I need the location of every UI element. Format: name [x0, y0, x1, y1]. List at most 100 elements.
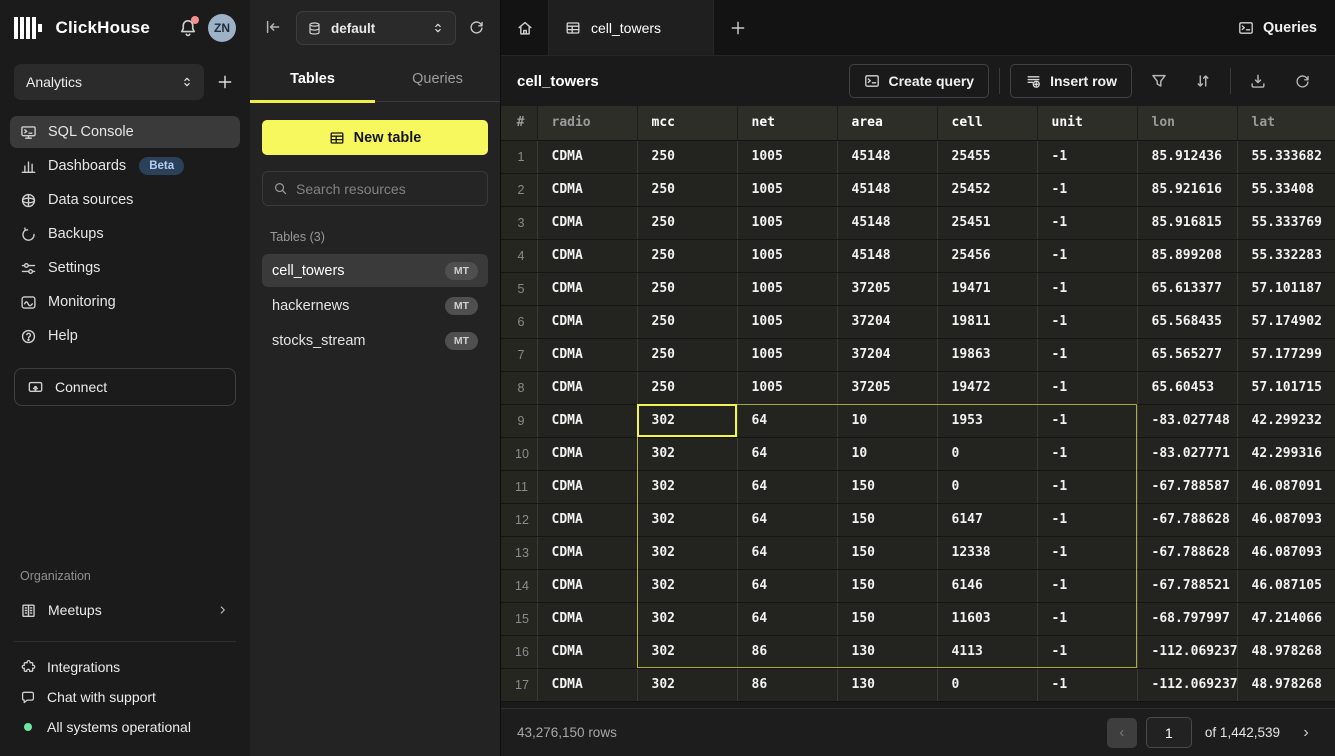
cell[interactable]: 42.299232 [1237, 404, 1335, 437]
column-header-area[interactable]: area [837, 106, 937, 140]
cell[interactable]: 1005 [737, 338, 837, 371]
cell[interactable]: -1 [1037, 371, 1137, 404]
cell[interactable]: CDMA [537, 140, 637, 173]
sidebar-item-all-systems-operational[interactable]: All systems operational [20, 712, 230, 742]
filter-button[interactable] [1142, 64, 1176, 98]
cell[interactable]: 150 [837, 569, 937, 602]
cell[interactable]: -1 [1037, 404, 1137, 437]
cell[interactable]: 150 [837, 602, 937, 635]
cell[interactable]: 64 [737, 503, 837, 536]
row-number[interactable]: 10 [501, 437, 537, 470]
cell[interactable]: 25452 [937, 173, 1037, 206]
cell[interactable]: 45148 [837, 140, 937, 173]
cell[interactable]: CDMA [537, 239, 637, 272]
cell[interactable]: 65.613377 [1137, 272, 1237, 305]
cell[interactable]: 302 [637, 470, 737, 503]
cell[interactable]: -1 [1037, 569, 1137, 602]
cell[interactable]: 48.978268 [1237, 668, 1335, 701]
cell[interactable]: CDMA [537, 338, 637, 371]
cell[interactable]: 1005 [737, 206, 837, 239]
cell[interactable]: CDMA [537, 404, 637, 437]
cell[interactable]: 57.177299 [1237, 338, 1335, 371]
cell[interactable]: 1005 [737, 239, 837, 272]
row-number[interactable]: 4 [501, 239, 537, 272]
cell[interactable]: 302 [637, 569, 737, 602]
cell[interactable]: 1005 [737, 371, 837, 404]
refresh-tables-button[interactable] [468, 19, 486, 37]
column-header-radio[interactable]: radio [537, 106, 637, 140]
new-tab-button[interactable] [714, 0, 762, 55]
table-item-hackernews[interactable]: hackernewsMT [262, 289, 488, 322]
row-number[interactable]: 5 [501, 272, 537, 305]
cell[interactable]: 85.899208 [1137, 239, 1237, 272]
row-number[interactable]: 16 [501, 635, 537, 668]
cell[interactable]: 250 [637, 206, 737, 239]
cell[interactable]: 25456 [937, 239, 1037, 272]
cell[interactable]: -1 [1037, 437, 1137, 470]
cell[interactable]: -112.069237 [1137, 668, 1237, 701]
cell[interactable]: 86 [737, 668, 837, 701]
cell[interactable]: 46.087093 [1237, 536, 1335, 569]
cell[interactable]: -67.788521 [1137, 569, 1237, 602]
organization-select[interactable]: Analytics [14, 64, 204, 100]
row-number[interactable]: 15 [501, 602, 537, 635]
cell[interactable]: 12338 [937, 536, 1037, 569]
sidebar-item-monitoring[interactable]: Monitoring [10, 286, 240, 318]
cell[interactable]: 130 [837, 635, 937, 668]
cell[interactable]: 0 [937, 437, 1037, 470]
cell[interactable]: 250 [637, 140, 737, 173]
notifications-bell-icon[interactable] [178, 18, 198, 38]
cell[interactable]: CDMA [537, 503, 637, 536]
column-header-net[interactable]: net [737, 106, 837, 140]
column-header-num[interactable]: # [501, 106, 537, 140]
cell[interactable]: CDMA [537, 635, 637, 668]
cell[interactable]: -1 [1037, 173, 1137, 206]
cell[interactable]: 42.299316 [1237, 437, 1335, 470]
cell[interactable]: -67.788628 [1137, 503, 1237, 536]
cell[interactable]: 47.214066 [1237, 602, 1335, 635]
new-table-button[interactable]: New table [262, 120, 488, 155]
cell[interactable]: 57.101187 [1237, 272, 1335, 305]
cell[interactable]: 85.912436 [1137, 140, 1237, 173]
cell[interactable]: 37205 [837, 272, 937, 305]
page-input[interactable] [1146, 717, 1192, 748]
cell[interactable]: 302 [637, 404, 737, 437]
cell[interactable]: 37204 [837, 338, 937, 371]
cell[interactable]: 55.333682 [1237, 140, 1335, 173]
cell[interactable]: 6146 [937, 569, 1037, 602]
cell[interactable]: 55.333769 [1237, 206, 1335, 239]
cell[interactable]: CDMA [537, 371, 637, 404]
cell[interactable]: -83.027748 [1137, 404, 1237, 437]
sidebar-item-sql-console[interactable]: SQL Console [10, 116, 240, 148]
column-header-cell[interactable]: cell [937, 106, 1037, 140]
table-item-cell_towers[interactable]: cell_towersMT [262, 254, 488, 287]
cell[interactable]: -112.069237 [1137, 635, 1237, 668]
sidebar-item-chat-with-support[interactable]: Chat with support [20, 682, 230, 712]
collapse-panel-button[interactable] [264, 18, 284, 38]
cell[interactable]: 150 [837, 536, 937, 569]
row-number[interactable]: 11 [501, 470, 537, 503]
sidebar-item-help[interactable]: Help [10, 320, 240, 352]
queries-button[interactable]: Queries [1220, 0, 1335, 55]
row-number[interactable]: 7 [501, 338, 537, 371]
cell[interactable]: 64 [737, 470, 837, 503]
insert-row-button[interactable]: Insert row [1010, 64, 1132, 98]
row-number[interactable]: 8 [501, 371, 537, 404]
create-query-button[interactable]: Create query [849, 64, 990, 98]
cell[interactable]: 64 [737, 437, 837, 470]
refresh-data-button[interactable] [1285, 64, 1319, 98]
cell[interactable]: 10 [837, 404, 937, 437]
cell[interactable]: 302 [637, 668, 737, 701]
cell[interactable]: -1 [1037, 536, 1137, 569]
cell[interactable]: 55.33408 [1237, 173, 1335, 206]
cell[interactable]: 57.101715 [1237, 371, 1335, 404]
avatar[interactable]: ZN [208, 14, 236, 42]
cell[interactable]: 1005 [737, 173, 837, 206]
cell[interactable]: -1 [1037, 239, 1137, 272]
cell[interactable]: -1 [1037, 470, 1137, 503]
cell[interactable]: 250 [637, 338, 737, 371]
row-number[interactable]: 3 [501, 206, 537, 239]
cell[interactable]: CDMA [537, 470, 637, 503]
cell[interactable]: 6147 [937, 503, 1037, 536]
cell[interactable]: -68.797997 [1137, 602, 1237, 635]
